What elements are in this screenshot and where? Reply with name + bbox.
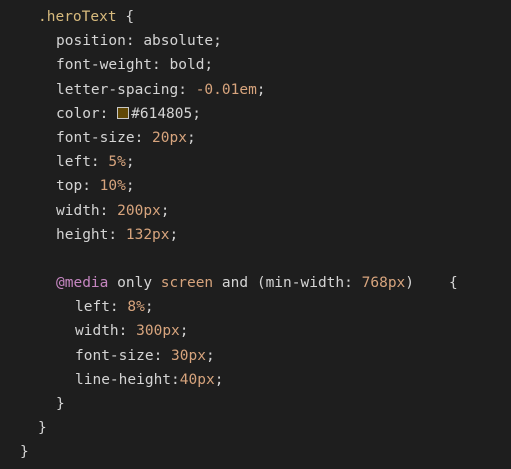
- css-value: 5%: [108, 154, 126, 171]
- css-value: absolute: [143, 33, 214, 50]
- code-line-rule: height: 132px;: [56, 226, 179, 243]
- css-property: line-height: [75, 371, 172, 388]
- css-value: -0.01em: [195, 81, 257, 98]
- code-line-rule: font-size: 20px;: [56, 129, 196, 146]
- code-line-media-rule: line-height:40px;: [75, 371, 224, 388]
- code-line-media-close: }: [0, 392, 511, 416]
- css-value: #614805: [131, 105, 193, 122]
- media-keyword-and: and: [221, 275, 249, 292]
- css-property: font-size: [56, 129, 135, 146]
- code-editor[interactable]: .heroText { position: absolute; font-wei…: [0, 0, 511, 469]
- media-feature-value: 768px: [361, 275, 406, 292]
- css-property: width: [56, 202, 100, 219]
- code-line-rule: left: 5%;: [56, 154, 135, 171]
- css-property: left: [56, 154, 91, 171]
- media-open-brace: {: [448, 275, 458, 292]
- css-property: top: [56, 178, 83, 195]
- code-line-media-rule: left: 8%;: [75, 299, 154, 316]
- code-line-close: }: [0, 416, 511, 440]
- css-value: 10%: [99, 178, 126, 195]
- code-line-selector: .heroText {: [0, 5, 511, 29]
- css-value: 300px: [136, 323, 180, 340]
- media-type: screen: [160, 275, 214, 292]
- css-property: position: [56, 33, 126, 50]
- css-selector: .heroText: [38, 9, 117, 25]
- css-property: height: [56, 226, 109, 243]
- css-value: 40px: [179, 371, 215, 388]
- css-property: width: [75, 323, 119, 340]
- media-at-rule: @media: [56, 275, 109, 292]
- css-value: 200px: [117, 202, 161, 219]
- code-line-close: }: [0, 440, 511, 464]
- css-property: color: [56, 105, 100, 122]
- code-line-rule: top: 10%;: [56, 178, 135, 195]
- css-property: font-weight: [56, 57, 153, 74]
- css-value: 132px: [125, 226, 170, 243]
- css-property: letter-spacing: [56, 81, 179, 98]
- code-line-rule: position: absolute;: [56, 33, 222, 50]
- inner-close-brace: }: [38, 420, 47, 437]
- code-line-media-rule: font-size: 30px;: [75, 347, 215, 364]
- open-brace: {: [125, 9, 135, 25]
- css-property: font-size: [75, 347, 154, 364]
- media-close-brace: }: [56, 396, 65, 412]
- css-value: bold: [169, 57, 205, 74]
- code-line-media-rule: width: 300px;: [75, 323, 189, 340]
- code-line-media-query: @media only screen and (min-width: 768px…: [56, 275, 458, 292]
- css-property: left: [75, 299, 110, 316]
- css-value: 8%: [127, 299, 145, 316]
- media-keyword-only: only: [117, 275, 153, 292]
- css-value: 20px: [152, 129, 187, 146]
- code-line-rule: width: 200px;: [56, 202, 170, 219]
- css-value: 30px: [171, 347, 206, 364]
- media-feature: min-width: [265, 275, 345, 292]
- code-line-rule: color: #614805;: [56, 105, 201, 122]
- media-paren-open: (: [256, 275, 266, 292]
- code-line-rule: letter-spacing: -0.01em;: [56, 81, 266, 98]
- color-swatch-icon[interactable]: [117, 106, 130, 119]
- outer-close-brace: }: [20, 444, 29, 461]
- media-paren-close: ): [405, 275, 415, 292]
- code-line-rule: font-weight: bold;: [56, 57, 214, 74]
